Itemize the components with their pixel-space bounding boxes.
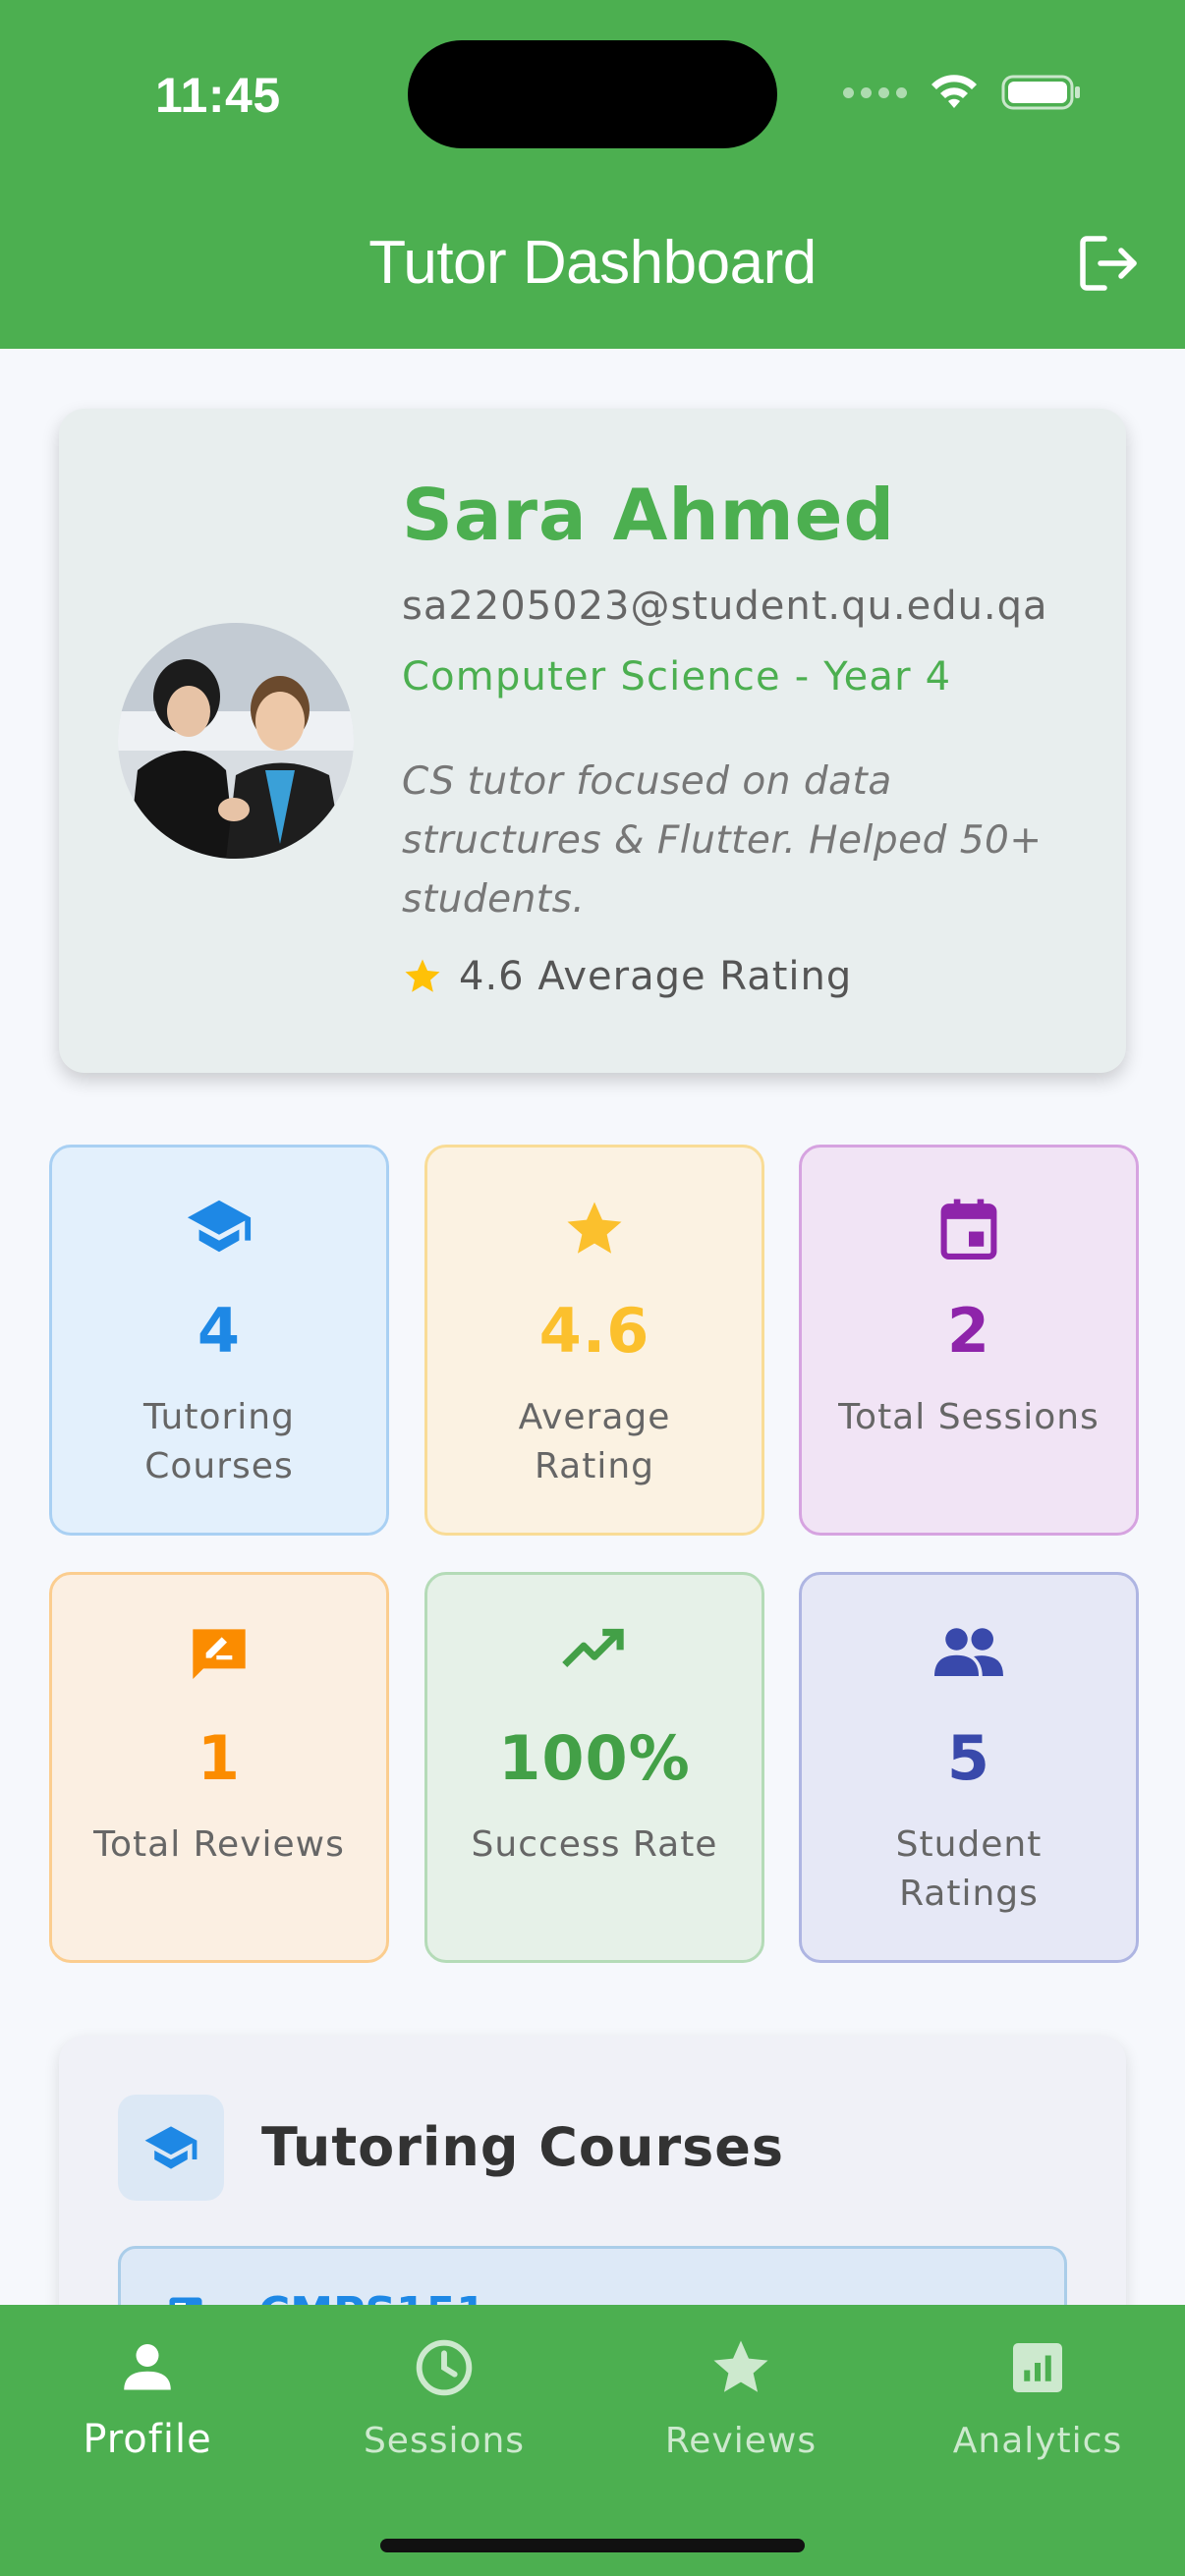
stat-label: Student Ratings bbox=[895, 1824, 1043, 1914]
star-icon bbox=[567, 1202, 622, 1254]
stat-label: Average Rating bbox=[518, 1397, 671, 1486]
profile-department: Computer Science - Year 4 bbox=[402, 654, 952, 700]
trending-up-icon bbox=[562, 1628, 624, 1668]
profile-name: Sara Ahmed bbox=[402, 474, 895, 556]
profile-rating: 4.6 Average Rating bbox=[402, 954, 852, 999]
clock-icon bbox=[416, 2339, 473, 2396]
app-bar: 11:45 Tutor Dashboard bbox=[0, 0, 1185, 349]
nav-item-sessions[interactable]: Sessions bbox=[297, 2328, 592, 2461]
courses-icon-box bbox=[118, 2095, 224, 2201]
tutor-dashboard-screen: 11:45 Tutor Dashboard Sara Ahmed sa22050… bbox=[0, 0, 1185, 2576]
stat-success-rate: 100% Success Rate bbox=[424, 1572, 764, 1963]
nav-label: Reviews bbox=[664, 2421, 818, 2461]
stat-label: Success Rate bbox=[471, 1824, 718, 1865]
status-icons bbox=[843, 73, 1082, 112]
nav-label: Analytics bbox=[952, 2421, 1123, 2461]
school-icon bbox=[144, 2126, 198, 2169]
school-icon bbox=[187, 1200, 252, 1253]
stat-value: 100% bbox=[498, 1722, 691, 1794]
bottom-navigation: Profile Sessions Reviews Analytics bbox=[0, 2305, 1185, 2576]
profile-email: sa2205023@student.qu.edu.qa bbox=[402, 584, 1048, 629]
stat-label: Tutoring Courses bbox=[143, 1397, 295, 1486]
profile-card: Sara Ahmed sa2205023@student.qu.edu.qa C… bbox=[59, 409, 1126, 1073]
dynamic-island bbox=[408, 40, 777, 148]
cellular-signal-icon bbox=[843, 86, 907, 98]
stat-value: 5 bbox=[946, 1722, 991, 1794]
stat-value: 4.6 bbox=[538, 1295, 650, 1367]
wifi-icon bbox=[931, 75, 977, 108]
stat-tutoring-courses: 4 Tutoring Courses bbox=[49, 1145, 389, 1536]
nav-item-profile[interactable]: Profile bbox=[0, 2328, 295, 2462]
star-icon bbox=[713, 2340, 768, 2392]
battery-icon bbox=[1001, 75, 1080, 110]
stat-value: 1 bbox=[197, 1722, 242, 1794]
stat-student-ratings: 5 Student Ratings bbox=[799, 1572, 1139, 1963]
stat-label: Total Reviews bbox=[93, 1824, 345, 1865]
stat-total-sessions: 2 Total Sessions bbox=[799, 1145, 1139, 1536]
logout-icon[interactable] bbox=[1075, 229, 1144, 298]
calendar-icon bbox=[940, 1199, 997, 1260]
avatar bbox=[118, 623, 354, 859]
stat-total-reviews: 1 Total Reviews bbox=[49, 1572, 389, 1963]
analytics-icon bbox=[1013, 2343, 1062, 2392]
nav-item-analytics[interactable]: Analytics bbox=[890, 2328, 1185, 2461]
stat-average-rating: 4.6 Average Rating bbox=[424, 1145, 764, 1536]
stat-label: Total Sessions bbox=[838, 1397, 1100, 1437]
page-title: Tutor Dashboard bbox=[368, 229, 817, 297]
nav-label: Profile bbox=[83, 2417, 212, 2462]
nav-label: Sessions bbox=[363, 2421, 526, 2461]
profile-rating-text: 4.6 Average Rating bbox=[459, 954, 853, 999]
nav-item-reviews[interactable]: Reviews bbox=[593, 2328, 888, 2461]
star-icon bbox=[405, 959, 440, 992]
stat-value: 2 bbox=[946, 1295, 991, 1367]
person-icon bbox=[124, 2344, 171, 2390]
avatar-photo bbox=[118, 623, 354, 859]
courses-section-title: Tutoring Courses bbox=[261, 2116, 785, 2178]
stat-value: 4 bbox=[197, 1295, 242, 1367]
home-indicator bbox=[380, 2539, 805, 2552]
profile-bio: CS tutor focused on data structures & Fl… bbox=[402, 759, 1043, 922]
rate-review-icon bbox=[193, 1629, 246, 1679]
people-icon bbox=[934, 1628, 1003, 1676]
status-time: 11:45 bbox=[155, 68, 281, 123]
